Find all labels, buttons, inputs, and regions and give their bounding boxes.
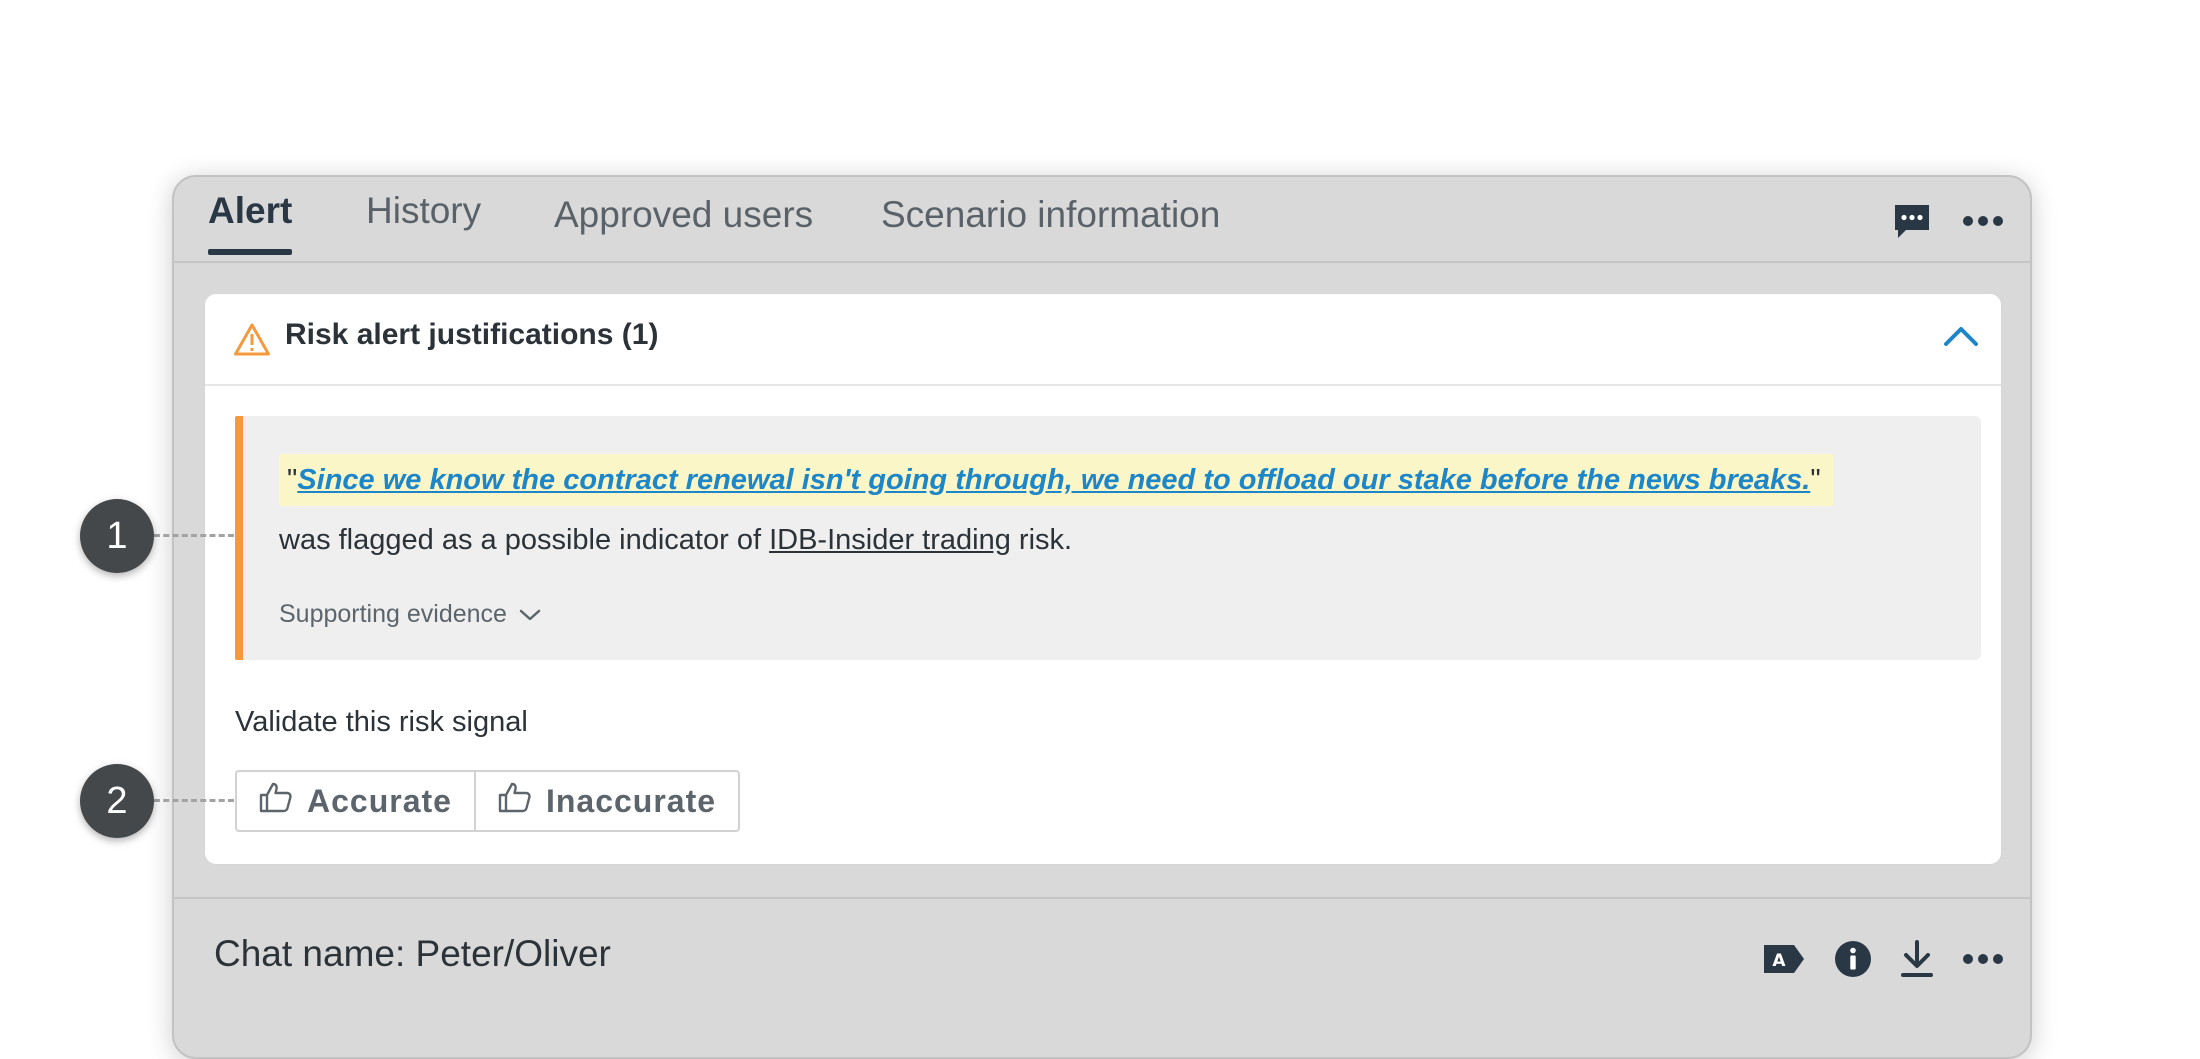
- justification-item: "Since we know the contract renewal isn'…: [235, 416, 1981, 660]
- validate-label: Validate this risk signal: [235, 706, 528, 738]
- quote-link[interactable]: Since we know the contract renewal isn't…: [297, 464, 1810, 496]
- supporting-evidence-label: Supporting evidence: [279, 600, 507, 628]
- chevron-up-icon[interactable]: [1943, 324, 1979, 353]
- chat-toolbar: A: [1762, 939, 2004, 979]
- more-icon[interactable]: [1962, 953, 2004, 965]
- flag-prefix: was flagged as a possible indicator of: [279, 524, 770, 556]
- info-icon[interactable]: [1834, 940, 1872, 978]
- thumbs-up-icon: [498, 781, 532, 821]
- top-toolbar: [1892, 199, 2004, 243]
- chat-name: Chat name: Peter/Oliver: [214, 933, 611, 974]
- callout-connector-2: [154, 799, 234, 802]
- tab-scenario-information[interactable]: Scenario information: [881, 177, 1220, 257]
- flag-description: was flagged as a possible indicator of I…: [279, 512, 1072, 568]
- validation-button-group: Accurate Inaccurate: [235, 770, 741, 832]
- label-icon[interactable]: A: [1762, 943, 1806, 975]
- tab-bar: Alert History Approved users Scenario in…: [174, 177, 2030, 263]
- callout-connector-1: [154, 534, 234, 537]
- svg-text:A: A: [1772, 951, 1786, 971]
- risk-type-link[interactable]: IDB-Insider trading: [769, 524, 1011, 556]
- card-header[interactable]: Risk alert justifications (1): [205, 294, 2001, 386]
- chat-icon[interactable]: [1892, 201, 1932, 241]
- callout-marker-2: 2: [80, 764, 154, 838]
- tab-approved-users[interactable]: Approved users: [554, 177, 813, 257]
- accurate-button[interactable]: Accurate: [237, 772, 474, 830]
- download-icon[interactable]: [1900, 939, 1934, 979]
- open-quote: ": [287, 464, 298, 496]
- risk-justifications-card: Risk alert justifications (1) "Since we …: [204, 293, 2002, 865]
- more-icon[interactable]: [1962, 215, 2004, 227]
- supporting-evidence-toggle[interactable]: Supporting evidence: [279, 600, 541, 629]
- quote-highlight: "Since we know the contract renewal isn'…: [279, 454, 1833, 506]
- callout-marker-1: 1: [80, 499, 154, 573]
- close-quote: ": [1810, 464, 1821, 496]
- inaccurate-label: Inaccurate: [545, 782, 717, 819]
- accurate-label: Accurate: [307, 782, 452, 819]
- inaccurate-button[interactable]: Inaccurate: [473, 772, 738, 830]
- card-title: Risk alert justifications (1): [285, 318, 659, 351]
- warning-icon: [233, 322, 271, 363]
- thumbs-up-icon: [259, 781, 293, 821]
- chevron-down-icon: [519, 600, 541, 629]
- chat-header: Chat name: Peter/Oliver A: [174, 897, 2030, 1057]
- alert-panel: Alert History Approved users Scenario in…: [172, 175, 2032, 1059]
- tab-history[interactable]: History: [366, 177, 481, 253]
- flag-suffix: risk.: [1010, 524, 1073, 556]
- tab-alert[interactable]: Alert: [208, 177, 293, 255]
